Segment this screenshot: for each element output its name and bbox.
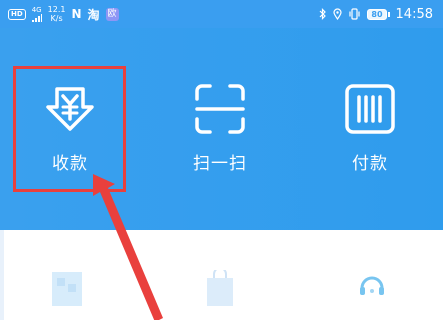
service-icon-2[interactable] [205, 270, 235, 306]
scan-icon [195, 84, 245, 134]
network-indicator: 4G [31, 6, 42, 22]
network-speed-value: 12.1 [47, 5, 66, 14]
app-notification-icon: 欧 [105, 7, 119, 21]
network-speed-unit: K/s [50, 14, 63, 23]
status-bar-right: 80 14:58 [319, 5, 433, 23]
receive-money-icon [46, 87, 94, 131]
clock: 14:58 [395, 6, 433, 22]
customer-service-icon[interactable] [357, 272, 387, 302]
left-edge-tint [0, 230, 4, 320]
pay-barcode-icon [345, 84, 395, 134]
pay-label: 付款 [352, 154, 388, 174]
network-type: 4G [31, 6, 42, 14]
receive-money-button[interactable]: 收款 [10, 28, 130, 228]
receive-money-label: 收款 [52, 154, 88, 174]
hd-badge: HD [8, 8, 26, 20]
location-icon [333, 8, 342, 20]
battery-level: 80 [367, 8, 387, 20]
battery-indicator: 80 [367, 8, 390, 20]
bluetooth-icon [319, 8, 327, 20]
pay-button[interactable]: 付款 [310, 28, 430, 228]
services-grid [0, 230, 443, 320]
status-bar: HD 4G 12.1 K/s N 淘 欧 80 14:58 [0, 0, 443, 28]
signal-icon [31, 14, 42, 22]
battery-tip [387, 11, 390, 17]
app-screen: HD 4G 12.1 K/s N 淘 欧 80 14:58 收款 扫一扫 付款 [0, 0, 443, 320]
vibrate-icon [349, 8, 360, 20]
status-bar-left: HD 4G 12.1 K/s N 淘 欧 [8, 5, 119, 23]
service-icon-1[interactable] [52, 266, 82, 306]
quick-actions-panel: 收款 扫一扫 付款 [0, 28, 443, 230]
scan-label: 扫一扫 [193, 154, 247, 174]
network-speed: 12.1 K/s [48, 5, 66, 23]
scan-button[interactable]: 扫一扫 [160, 28, 280, 228]
nfc-icon: N [71, 7, 82, 21]
taobao-notification-icon: 淘 [87, 7, 100, 22]
